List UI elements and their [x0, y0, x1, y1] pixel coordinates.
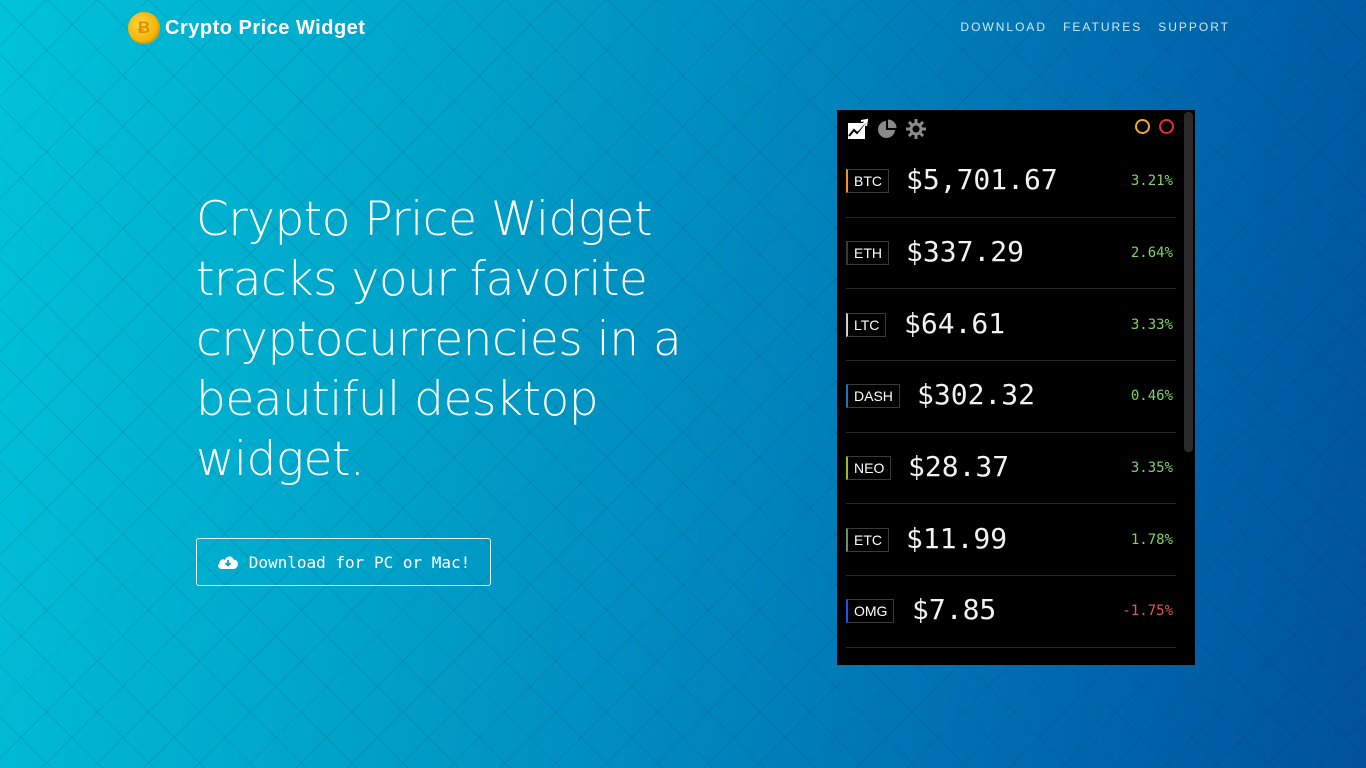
nav-link-support[interactable]: SUPPORT — [1158, 20, 1230, 34]
pie-chart-icon[interactable] — [876, 118, 898, 140]
coin-price: $64.61 — [904, 306, 1006, 340]
nav-links: DOWNLOAD FEATURES SUPPORT — [960, 20, 1230, 34]
coin-change: -1.75% — [1122, 603, 1173, 620]
coin-symbol: ETH — [846, 241, 889, 266]
scrollbar[interactable] — [1184, 112, 1193, 452]
top-nav: Ƀ Crypto Price Widget DOWNLOAD FEATURES … — [0, 0, 1366, 56]
chart-trend-icon[interactable] — [847, 118, 869, 140]
coin-price: $7.85 — [912, 593, 997, 627]
download-button[interactable]: Download for PC or Mac! — [196, 538, 491, 586]
minimize-button[interactable] — [1135, 119, 1150, 134]
coin-row-dash[interactable]: DASH $302.32 0.46% — [846, 361, 1176, 433]
coin-symbol: ETC — [846, 527, 889, 552]
nav-link-download[interactable]: DOWNLOAD — [960, 20, 1047, 34]
coin-price: $5,701.67 — [906, 163, 1058, 197]
close-button[interactable] — [1159, 119, 1174, 134]
coin-change: 1.78% — [1130, 531, 1173, 548]
gear-icon[interactable] — [905, 118, 927, 140]
coin-change: 0.46% — [1130, 388, 1173, 405]
brand-name: Crypto Price Widget — [165, 16, 366, 39]
coin-row-partial[interactable]: $0.1564 — [846, 648, 1176, 665]
coin-row-omg[interactable]: OMG $7.85 -1.75% — [846, 576, 1176, 648]
widget-toolbar — [837, 110, 1195, 146]
coin-change: 2.64% — [1130, 245, 1173, 262]
download-button-label: Download for PC or Mac! — [248, 552, 471, 572]
coin-row-ltc[interactable]: LTC $64.61 3.33% — [846, 289, 1176, 362]
coin-price: $302.32 — [917, 378, 1036, 412]
coin-price: $28.37 — [908, 449, 1010, 483]
coin-price: $337.29 — [906, 234, 1025, 268]
coin-change: 3.21% — [1130, 173, 1173, 190]
coin-row-eth[interactable]: ETH $337.29 2.64% — [846, 218, 1176, 290]
coin-symbol: NEO — [846, 456, 892, 481]
bitcoin-coin-icon: Ƀ — [128, 12, 160, 44]
coin-change: 3.35% — [1130, 460, 1173, 477]
coin-price: $11.99 — [906, 521, 1008, 555]
nav-link-features[interactable]: FEATURES — [1063, 20, 1142, 34]
coin-symbol: BTC — [846, 169, 889, 194]
coin-symbol: OMG — [846, 599, 895, 624]
coin-row-neo[interactable]: NEO $28.37 3.35% — [846, 433, 1176, 505]
price-list: BTC $5,701.67 3.21% ETH $337.29 2.64% LTC $64.6… — [846, 146, 1176, 665]
hero-title: Crypto Price Widget tracks your favorite… — [196, 192, 682, 487]
brand[interactable]: Ƀ Crypto Price Widget — [128, 12, 365, 44]
widget-preview: BTC $5,701.67 3.21% ETH $337.29 2.64% LTC $64.6… — [837, 110, 1195, 665]
coin-change: 3.33% — [1130, 316, 1173, 333]
cloud-download-icon — [217, 556, 238, 569]
coin-row-btc[interactable]: BTC $5,701.67 3.21% — [846, 146, 1176, 218]
coin-row-etc[interactable]: ETC $11.99 1.78% — [846, 504, 1176, 577]
coin-symbol: DASH — [846, 384, 900, 409]
coin-symbol: LTC — [846, 312, 887, 337]
